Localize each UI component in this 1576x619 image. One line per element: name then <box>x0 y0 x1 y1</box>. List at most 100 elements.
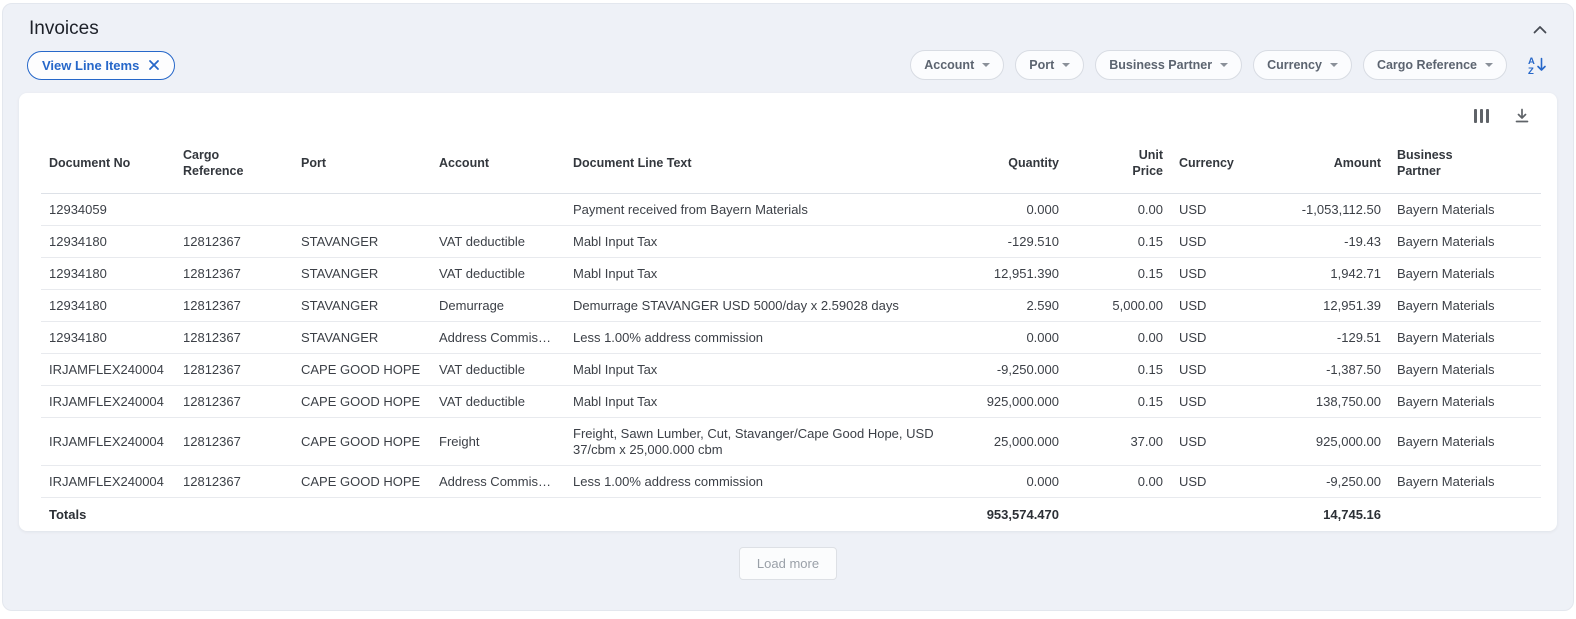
cell-account <box>431 194 565 226</box>
chevron-down-icon <box>982 63 990 67</box>
cell-cargo-reference: 12812367 <box>175 258 293 290</box>
invoices-table: Document NoCargo ReferencePortAccountDoc… <box>41 125 1541 531</box>
cell-business-partner: Bayern Materials <box>1389 194 1541 226</box>
load-more-button[interactable]: Load more <box>739 547 837 580</box>
totals-row: Totals953,574.47014,745.16 <box>41 498 1541 532</box>
header-row: Document NoCargo ReferencePortAccountDoc… <box>41 125 1541 194</box>
cell-business-partner: Bayern Materials <box>1389 418 1541 466</box>
cell-currency: USD <box>1171 258 1251 290</box>
cell-unit-price: 37.00 <box>1067 418 1171 466</box>
cell-unit-price: 0.15 <box>1067 226 1171 258</box>
cell-currency: USD <box>1171 466 1251 498</box>
chip-label: View Line Items <box>42 58 139 73</box>
svg-text:Z: Z <box>1528 66 1534 75</box>
filter-dropdown-account[interactable]: Account <box>910 50 1004 80</box>
panel-header: Invoices <box>3 4 1573 48</box>
cell-document-line-text: Freight, Sawn Lumber, Cut, Stavanger/Cap… <box>565 418 963 466</box>
cell-currency: USD <box>1171 194 1251 226</box>
cell-quantity: -129.510 <box>963 226 1067 258</box>
column-header-cargo-reference[interactable]: Cargo Reference <box>175 125 293 194</box>
cell-currency: USD <box>1171 354 1251 386</box>
cell-unit-price: 0.00 <box>1067 322 1171 354</box>
cell-amount: -9,250.00 <box>1251 466 1389 498</box>
table-body: 12934059Payment received from Bayern Mat… <box>41 194 1541 498</box>
cell-document-no: IRJAMFLEX240004 <box>41 418 175 466</box>
filter-label: Currency <box>1267 58 1322 72</box>
totals-empty-cell <box>1067 498 1171 532</box>
cell-amount: -1,387.50 <box>1251 354 1389 386</box>
chevron-down-icon <box>1330 63 1338 67</box>
cell-document-no: IRJAMFLEX240004 <box>41 386 175 418</box>
table-row: IRJAMFLEX24000412812367CAPE GOOD HOPEAdd… <box>41 466 1541 498</box>
filter-dropdown-cargo-reference[interactable]: Cargo Reference <box>1363 50 1507 80</box>
chevron-down-icon <box>1062 63 1070 67</box>
filter-label: Port <box>1029 58 1054 72</box>
column-header-business-partner[interactable]: Business Partner <box>1389 125 1541 194</box>
sort-button[interactable]: A Z <box>1525 53 1549 77</box>
cell-document-no: 12934180 <box>41 322 175 354</box>
invoices-card: Document NoCargo ReferencePortAccountDoc… <box>19 93 1557 531</box>
column-header-document-line-text[interactable]: Document Line Text <box>565 125 963 194</box>
totals-empty-cell <box>175 498 293 532</box>
column-header-amount[interactable]: Amount <box>1251 125 1389 194</box>
cell-amount: -19.43 <box>1251 226 1389 258</box>
cell-account: Address Commis… <box>431 466 565 498</box>
cell-port: STAVANGER <box>293 290 431 322</box>
chevron-down-icon <box>1485 63 1493 67</box>
cell-document-no: 12934180 <box>41 290 175 322</box>
card-toolbar <box>19 93 1557 125</box>
page-title: Invoices <box>29 18 99 40</box>
close-icon[interactable] <box>148 59 160 71</box>
cell-document-line-text: Payment received from Bayern Materials <box>565 194 963 226</box>
column-header-currency[interactable]: Currency <box>1171 125 1251 194</box>
cell-account: VAT deductible <box>431 226 565 258</box>
cell-amount: 12,951.39 <box>1251 290 1389 322</box>
filter-dropdown-port[interactable]: Port <box>1015 50 1084 80</box>
cell-currency: USD <box>1171 418 1251 466</box>
table-row: IRJAMFLEX24000412812367CAPE GOOD HOPEVAT… <box>41 354 1541 386</box>
cell-currency: USD <box>1171 386 1251 418</box>
filter-dropdown-currency[interactable]: Currency <box>1253 50 1352 80</box>
columns-icon[interactable] <box>1474 109 1490 123</box>
filter-group: Account Port Business Partner Currency C… <box>910 50 1549 80</box>
cell-amount: 925,000.00 <box>1251 418 1389 466</box>
table-row: IRJAMFLEX24000412812367CAPE GOOD HOPEVAT… <box>41 386 1541 418</box>
cell-cargo-reference: 12812367 <box>175 322 293 354</box>
view-line-items-chip[interactable]: View Line Items <box>27 51 175 80</box>
cell-document-line-text: Mabl Input Tax <box>565 354 963 386</box>
cell-account: Freight <box>431 418 565 466</box>
cell-cargo-reference: 12812367 <box>175 386 293 418</box>
cell-business-partner: Bayern Materials <box>1389 386 1541 418</box>
totals-quantity: 953,574.470 <box>963 498 1067 532</box>
download-icon <box>1513 107 1531 125</box>
cell-quantity: 2.590 <box>963 290 1067 322</box>
chevron-down-icon <box>1220 63 1228 67</box>
cell-document-line-text: Mabl Input Tax <box>565 386 963 418</box>
column-header-unit-price[interactable]: Unit Price <box>1067 125 1171 194</box>
table-row: 1293418012812367STAVANGERVAT deductibleM… <box>41 258 1541 290</box>
collapse-panel-button[interactable] <box>1529 21 1551 38</box>
cell-document-line-text: Less 1.00% address commission <box>565 466 963 498</box>
filter-label: Business Partner <box>1109 58 1212 72</box>
cell-port: CAPE GOOD HOPE <box>293 418 431 466</box>
cell-cargo-reference <box>175 194 293 226</box>
column-header-document-no[interactable]: Document No <box>41 125 175 194</box>
cell-unit-price: 0.15 <box>1067 258 1171 290</box>
cell-account: Address Commis… <box>431 322 565 354</box>
column-header-account[interactable]: Account <box>431 125 565 194</box>
cell-unit-price: 0.15 <box>1067 386 1171 418</box>
totals-amount: 14,745.16 <box>1251 498 1389 532</box>
cell-currency: USD <box>1171 226 1251 258</box>
cell-unit-price: 0.00 <box>1067 466 1171 498</box>
cell-port: CAPE GOOD HOPE <box>293 354 431 386</box>
cell-cargo-reference: 12812367 <box>175 226 293 258</box>
filter-dropdown-business-partner[interactable]: Business Partner <box>1095 50 1242 80</box>
totals-empty-cell <box>293 498 431 532</box>
cell-document-line-text: Mabl Input Tax <box>565 226 963 258</box>
cell-amount: 1,942.71 <box>1251 258 1389 290</box>
column-header-port[interactable]: Port <box>293 125 431 194</box>
column-header-quantity[interactable]: Quantity <box>963 125 1067 194</box>
cell-business-partner: Bayern Materials <box>1389 290 1541 322</box>
table-row: 1293418012812367STAVANGERDemurrageDemurr… <box>41 290 1541 322</box>
download-button[interactable] <box>1513 107 1531 125</box>
